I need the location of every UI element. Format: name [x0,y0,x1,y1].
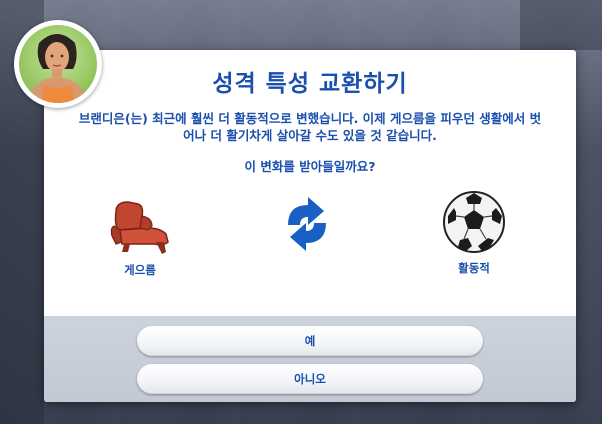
swap-arrows-icon [278,195,336,253]
dialog-question: 이 변화를 받아들일까요? [244,159,376,174]
sim-avatar [14,20,102,108]
trait-swap-dialog: 성격 특성 교환하기 브랜디은(는) 최근에 훨씬 더 활동적으로 변했습니다.… [44,50,576,402]
sim-portrait-icon [29,34,87,103]
dialog-title: 성격 특성 교환하기 [212,71,408,97]
no-button[interactable]: 아니오 [137,364,483,394]
soccer-ball-icon [443,191,505,253]
dialog-description: 브랜디은(는) 최근에 훨씬 더 활동적으로 변했습니다. 이제 게으름을 피우… [78,111,542,143]
new-trait-label: 활동적 [458,261,490,275]
old-trait: 게으름 [90,198,190,278]
old-trait-label: 게으름 [124,263,156,277]
recliner-icon [110,201,169,254]
background-shelf [520,0,602,50]
yes-button[interactable]: 예 [137,326,483,356]
new-trait: 활동적 [424,190,524,276]
